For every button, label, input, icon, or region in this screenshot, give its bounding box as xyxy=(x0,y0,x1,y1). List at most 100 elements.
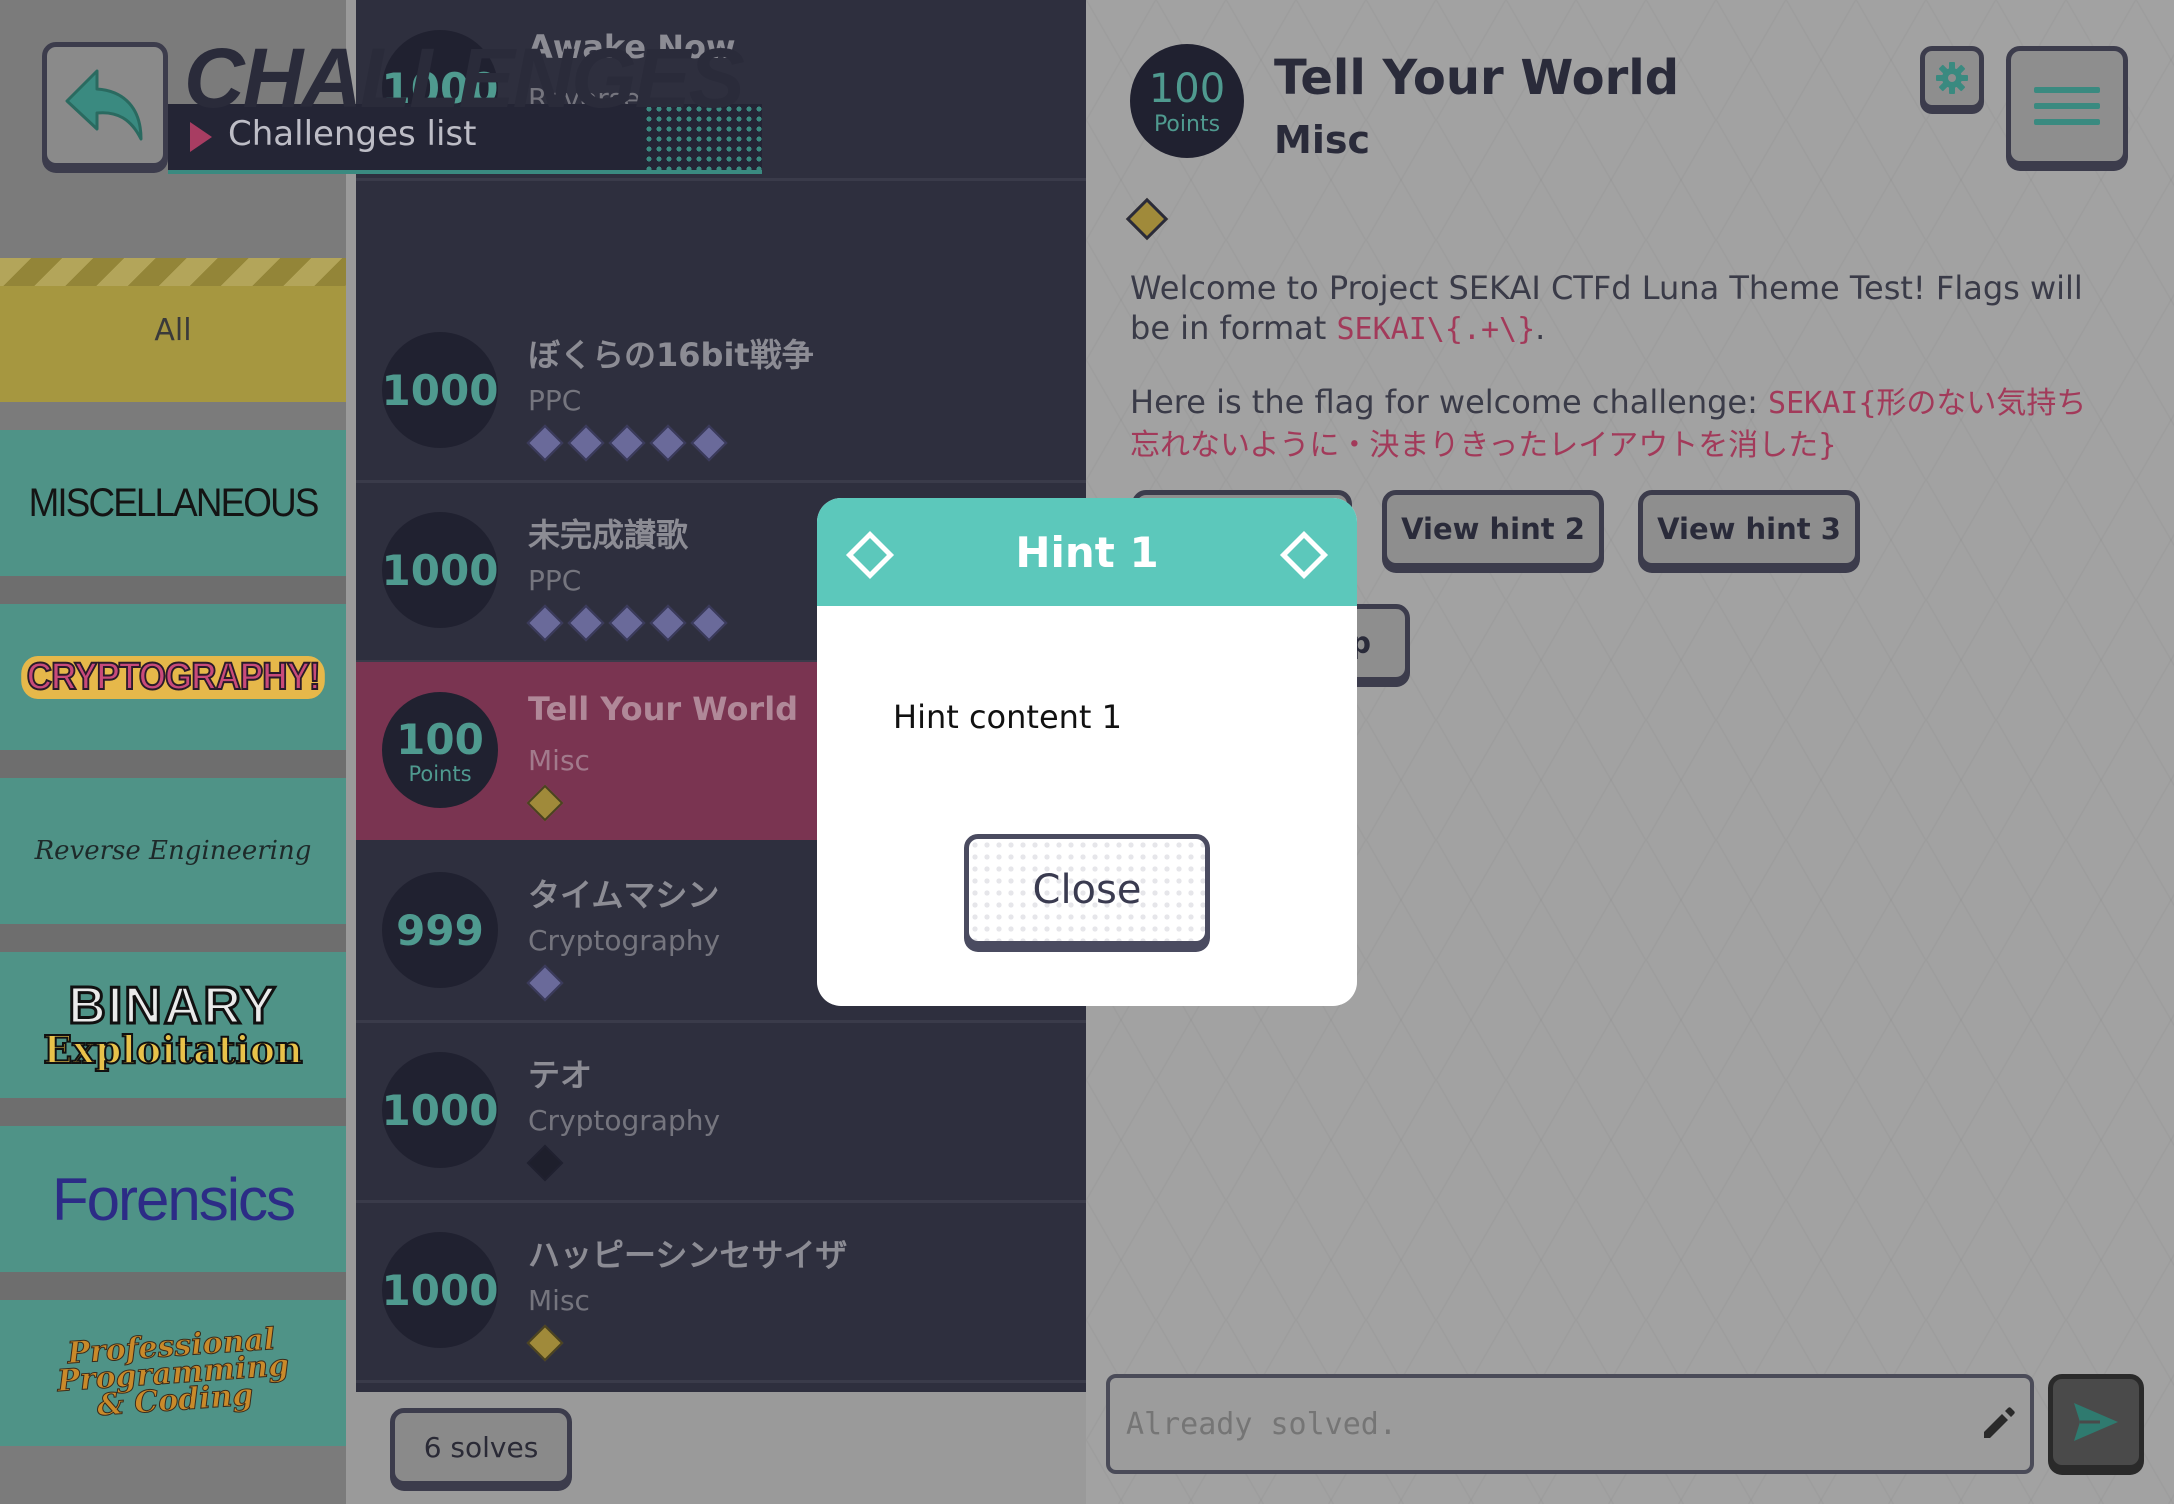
challenge-row[interactable]: 1000 ぼくらの16bit戦争 PPC xyxy=(356,302,1086,483)
challenge-category: Cryptography xyxy=(528,924,721,957)
difficulty-rating xyxy=(526,424,728,462)
description-text-end: . xyxy=(1535,309,1546,347)
play-arrow-icon xyxy=(190,122,212,152)
misc-logo: MISCELLANEOUS xyxy=(28,480,320,525)
menu-button[interactable] xyxy=(2006,46,2128,166)
challenge-category: PPC xyxy=(528,384,582,417)
category-all-stripe xyxy=(0,258,346,286)
difficulty-diamond-icon xyxy=(608,424,646,462)
challenge-row[interactable]: 1000 テオ Cryptography xyxy=(356,1022,1086,1203)
challenge-category: Misc xyxy=(528,744,590,777)
hint-modal-title: Hint 1 xyxy=(1015,527,1159,577)
hamburger-icon xyxy=(2034,87,2100,93)
flag-format-code: SEKAI\{.+\} xyxy=(1336,312,1536,347)
challenge-points: 999 xyxy=(396,905,484,955)
back-button[interactable] xyxy=(42,42,168,168)
view-hint-2-button[interactable]: View hint 2 xyxy=(1382,490,1604,568)
crypto-logo: CRYPTOGRAPHY! xyxy=(20,655,326,699)
difficulty-diamond-icon xyxy=(690,604,728,642)
difficulty-diamond-icon xyxy=(649,424,687,462)
description-text: Here is the flag for welcome challenge: xyxy=(1130,383,1769,421)
challenge-points-badge: 1000 xyxy=(382,332,498,448)
solves-badge: 6 solves xyxy=(390,1408,572,1486)
difficulty-diamond-icon xyxy=(526,424,564,462)
challenge-points-badge: 1000 xyxy=(382,512,498,628)
forensics-logo: Forensics xyxy=(51,1165,296,1233)
challenge-name: ぼくらの16bit戦争 xyxy=(528,336,814,374)
description-paragraph-2: Here is the flag for welcome challenge: … xyxy=(1130,382,2110,466)
close-button[interactable]: Close xyxy=(964,834,1210,946)
view-hint-2-label: View hint 2 xyxy=(1401,512,1585,546)
ppc-logo: Professional Programming & Coding xyxy=(54,1321,291,1424)
challenge-category: Cryptography xyxy=(528,1104,721,1137)
category-divider xyxy=(0,924,346,952)
category-ppc-tile[interactable]: Professional Programming & Coding xyxy=(0,1300,346,1446)
challenge-row[interactable]: 1000 ハッピーシンセサイザ Misc xyxy=(356,1202,1086,1383)
reverse-logo: Reverse Engineering xyxy=(34,836,312,866)
challenge-name: ハッピーシンセサイザ xyxy=(528,1236,848,1274)
difficulty-diamond-icon xyxy=(567,604,605,642)
challenge-category: PPC xyxy=(528,564,582,597)
category-divider xyxy=(0,1272,346,1300)
hint-modal: Hint 1 Hint content 1 Close xyxy=(817,498,1357,1006)
challenge-points-badge: 999 xyxy=(382,872,498,988)
view-hint-3-label: View hint 3 xyxy=(1657,512,1841,546)
category-crypto-tile[interactable]: CRYPTOGRAPHY! xyxy=(0,604,346,750)
challenge-points: 1000 xyxy=(381,545,499,595)
category-reverse-tile[interactable]: Reverse Engineering xyxy=(0,778,346,924)
hamburger-icon-line xyxy=(2034,119,2100,125)
challenge-name: タイムマシン xyxy=(528,876,720,914)
hint-content: Hint content 1 xyxy=(893,698,1122,736)
detail-category: Misc xyxy=(1274,118,1370,162)
challenge-category: Misc xyxy=(528,1284,590,1317)
description-text: Welcome to Project SEKAI CTFd Luna Theme… xyxy=(1130,269,2083,347)
detail-points-value: 100 xyxy=(1148,65,1226,112)
category-binary-tile[interactable]: BINARY Exploitation xyxy=(0,952,346,1098)
challenge-points: 1000 xyxy=(381,365,499,415)
settings-button[interactable] xyxy=(1920,46,1984,110)
back-arrow-icon xyxy=(65,69,143,141)
challenge-name: テオ xyxy=(528,1056,593,1094)
difficulty-diamond-icon xyxy=(526,964,564,1002)
category-divider xyxy=(0,1098,346,1126)
difficulty-rating xyxy=(526,1144,564,1182)
category-sidebar: All MISCELLANEOUS CRYPTOGRAPHY! Reverse … xyxy=(0,0,346,1504)
difficulty-diamond-icon xyxy=(526,1144,564,1182)
difficulty-diamond-icon xyxy=(649,604,687,642)
challenge-points-badge: 1000 xyxy=(382,1232,498,1348)
detail-title: Tell Your World xyxy=(1274,50,1680,106)
gear-icon xyxy=(1936,62,1968,94)
flag-input[interactable] xyxy=(1106,1374,2034,1474)
difficulty-diamond-icon xyxy=(526,1324,564,1362)
send-icon xyxy=(2074,1403,2118,1441)
challenge-description: Welcome to Project SEKAI CTFd Luna Theme… xyxy=(1130,268,2110,498)
view-hint-3-button[interactable]: View hint 3 xyxy=(1638,490,1860,568)
detail-points-badge: 100 Points xyxy=(1130,44,1244,158)
difficulty-diamond-icon xyxy=(526,604,564,642)
difficulty-rating xyxy=(526,964,564,1002)
challenge-points: 1000 xyxy=(381,1085,499,1135)
difficulty-diamond-icon xyxy=(690,424,728,462)
category-divider xyxy=(0,750,346,778)
diamond-icon xyxy=(1279,530,1329,580)
category-forensics-tile[interactable]: Forensics xyxy=(0,1126,346,1272)
category-misc-tile[interactable]: MISCELLANEOUS xyxy=(0,430,346,576)
challenge-points: 100 xyxy=(396,714,484,764)
submit-flag-button[interactable] xyxy=(2048,1374,2144,1470)
challenge-name: 未完成讃歌 xyxy=(528,516,689,554)
category-divider xyxy=(0,576,346,604)
difficulty-rating xyxy=(526,784,564,822)
page-subtitle: Challenges list xyxy=(228,114,477,154)
difficulty-rating xyxy=(526,1324,564,1362)
challenge-points-label: Points xyxy=(408,761,472,786)
category-all-label: All xyxy=(154,312,192,348)
difficulty-diamond-icon xyxy=(608,604,646,642)
close-button-label: Close xyxy=(1032,867,1142,913)
pencil-icon xyxy=(1984,1407,2015,1438)
difficulty-diamond-icon xyxy=(526,784,564,822)
challenge-points-badge: 100 Points xyxy=(382,692,498,808)
binary-logo-line2: Exploitation xyxy=(42,1026,304,1072)
challenge-points: 1000 xyxy=(381,1265,499,1315)
description-paragraph-1: Welcome to Project SEKAI CTFd Luna Theme… xyxy=(1130,268,2110,350)
challenge-name: Tell Your World xyxy=(528,690,799,728)
